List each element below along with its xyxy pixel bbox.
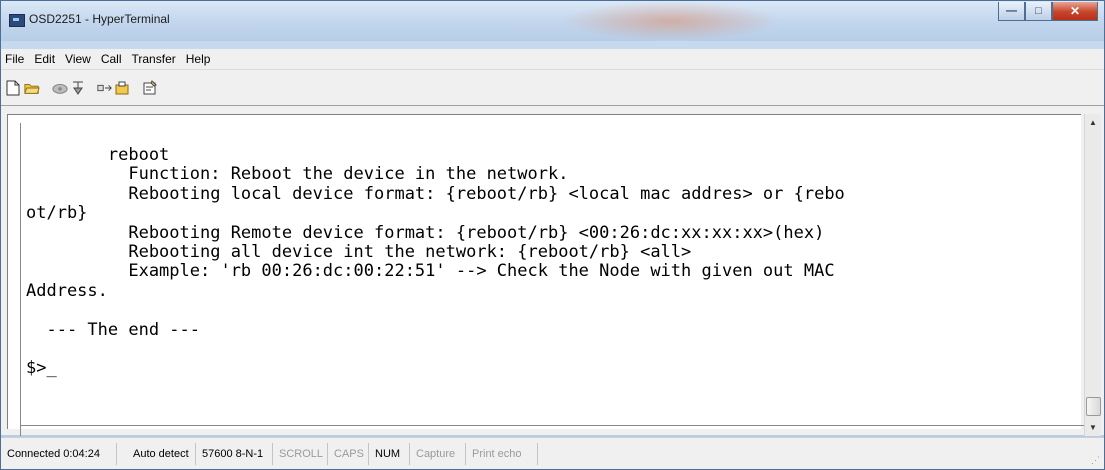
status-num: NUM [369,442,410,465]
terminal-frame: reboot Function: Reboot the device in th… [1,105,1104,436]
menu-edit[interactable]: Edit [29,52,60,66]
terminal-output[interactable]: reboot Function: Reboot the device in th… [26,145,845,379]
phone-connect-icon[interactable] [52,80,68,96]
properties-icon[interactable] [142,80,158,96]
scroll-down-icon[interactable]: ▼ [1085,419,1101,435]
menu-call[interactable]: Call [96,52,127,66]
maximize-button[interactable]: □ [1025,2,1052,21]
status-print-echo: Print echo [466,442,538,465]
status-bar: Connected 0:04:24 Auto detect 57600 8-N-… [1,437,1104,469]
menu-view[interactable]: View [60,52,96,66]
terminal-panel[interactable]: reboot Function: Reboot the device in th… [7,114,1084,436]
status-caps: CAPS [328,442,369,465]
status-capture: Capture [410,442,466,465]
window-title: OSD2251 - HyperTerminal [29,12,170,26]
open-folder-icon[interactable] [24,80,40,96]
status-scroll: SCROLL [273,442,328,465]
terminal-left-edge [20,123,21,436]
menu-transfer[interactable]: Transfer [127,52,181,66]
close-button[interactable]: ✕ [1052,2,1098,21]
menu-file[interactable]: File [1,52,29,66]
hyperterminal-window: OSD2251 - HyperTerminal — □ ✕ File Edit … [0,0,1105,470]
menu-bar: File Edit View Call Transfer Help [1,49,1104,69]
maximize-icon: □ [1035,5,1042,17]
title-bar[interactable]: OSD2251 - HyperTerminal — □ ✕ [1,1,1104,41]
minimize-icon: — [1006,5,1017,17]
status-auto-detect: Auto detect [117,442,196,465]
scroll-up-icon[interactable]: ▲ [1085,114,1101,130]
terminal-bottom-edge [20,425,1084,426]
new-document-icon[interactable] [5,80,21,96]
status-baud: 57600 8-N-1 [196,442,273,465]
vertical-scrollbar[interactable]: ▲ ▼ [1084,114,1101,436]
close-icon: ✕ [1069,4,1081,18]
minimize-button[interactable]: — [998,2,1025,21]
title-glow [561,1,781,41]
send-icon[interactable] [97,80,113,96]
terminal-app-icon[interactable] [9,14,25,27]
toolbar [1,69,1104,105]
receive-icon[interactable] [114,80,130,96]
disconnect-icon[interactable] [70,80,86,96]
menu-help[interactable]: Help [181,52,216,66]
status-connected: Connected 0:04:24 [1,442,117,465]
window-controls: — □ ✕ [998,2,1098,22]
resize-grip-icon[interactable]: ⋰ [1091,455,1100,466]
scroll-thumb[interactable] [1086,397,1101,416]
